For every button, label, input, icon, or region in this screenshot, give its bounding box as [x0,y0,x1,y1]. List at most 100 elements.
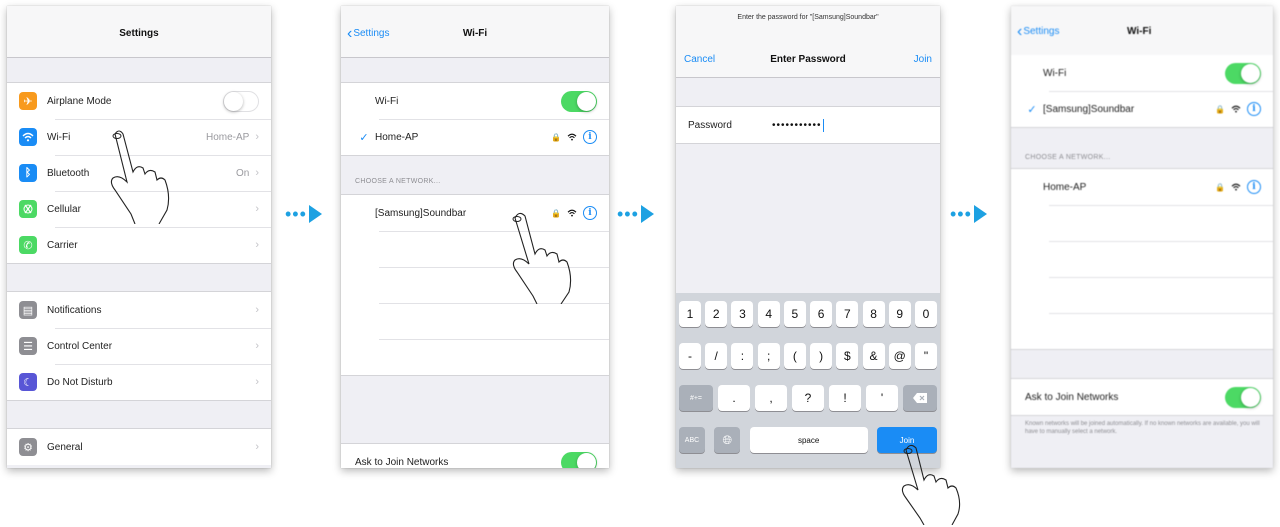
backspace-key[interactable] [903,385,937,411]
wifi-toggle[interactable] [1225,62,1261,84]
key-7[interactable]: 7 [836,301,859,327]
info-icon[interactable]: i [1247,180,1261,194]
settings-group-notifications: ▤ Notifications › ☰ Control Center › ☾ D… [7,291,271,401]
settings-row-carrier[interactable]: ✆ Carrier › [7,227,271,263]
password-row: Password ••••••••••• [676,107,940,143]
navbar: Settings [7,6,271,58]
ask-join-toggle[interactable] [561,451,597,468]
network-row-empty [1011,241,1273,277]
settings-screen: Settings ✈ Airplane Mode Wi-Fi Home-AP ›… [7,6,271,468]
key-comma[interactable]: , [755,385,787,411]
wifi-signal-icon [567,133,577,141]
settings-row-do-not-disturb[interactable]: ☾ Do Not Disturb › [7,364,271,400]
chevron-right-icon: › [255,304,259,316]
key-3[interactable]: 3 [731,301,754,327]
key-4[interactable]: 4 [757,301,780,327]
ask-join-group: Ask to Join Networks [341,443,609,468]
key-5[interactable]: 5 [783,301,806,327]
network-row-empty [1011,277,1273,313]
key-8[interactable]: 8 [862,301,885,327]
chevron-right-icon: › [255,376,259,388]
network-row-empty [341,339,609,375]
settings-row-general[interactable]: ⚙ General › [7,429,271,465]
globe-key[interactable]: 🌐︎ [714,427,741,453]
wifi-group: Wi-Fi ✓ Home-AP 🔒 i [341,82,609,156]
wifi-toggle-row: Wi-Fi [341,83,609,119]
key-9[interactable]: 9 [888,301,911,327]
page-title: Wi-Fi [1127,26,1152,37]
password-field[interactable]: ••••••••••• [772,120,822,131]
key-dollar[interactable]: $ [836,343,859,369]
notifications-icon: ▤ [19,301,37,319]
key-colon[interactable]: : [731,343,754,369]
keyboard-row-digits: 1 2 3 4 5 6 7 8 9 0 [679,301,937,327]
back-button[interactable]: ‹ Settings [1017,22,1059,40]
settings-row-notifications[interactable]: ▤ Notifications › [7,292,271,328]
connected-network-row[interactable]: ✓ Home-AP 🔒 i [341,119,609,155]
key-question[interactable]: ? [792,385,824,411]
key-abc[interactable]: ABC [679,427,705,453]
row-label: Airplane Mode [47,95,112,107]
key-ampersand[interactable]: & [862,343,885,369]
key-open-paren[interactable]: ( [783,343,806,369]
key-1[interactable]: 1 [679,301,701,327]
key-6[interactable]: 6 [810,301,833,327]
key-period[interactable]: . [718,385,750,411]
key-dash[interactable]: - [679,343,701,369]
wifi-connected-screen: ‹ Settings Wi-Fi Wi-Fi ✓ [Samsung]Soundb… [1011,6,1273,468]
cellular-icon [19,200,37,218]
gear-icon: ⚙ [19,438,37,456]
settings-row-airplane[interactable]: ✈ Airplane Mode [7,83,271,119]
key-0[interactable]: 0 [914,301,937,327]
row-label: Wi-Fi [1043,67,1067,79]
lock-icon: 🔒 [551,132,561,142]
connected-network-row[interactable]: ✓ [Samsung]Soundbar 🔒 i [1011,91,1273,127]
text-cursor [822,118,825,132]
chevron-right-icon: › [255,239,259,251]
chevron-left-icon: ‹ [1017,22,1023,40]
key-semicolon[interactable]: ; [757,343,780,369]
page-title: Settings [119,28,159,39]
backspace-icon [913,393,927,403]
tap-hand-icon [901,444,961,525]
key-quote[interactable]: " [914,343,937,369]
key-apostrophe[interactable]: ' [866,385,898,411]
wifi-screen: ‹ Settings Wi-Fi Wi-Fi ✓ Home-AP 🔒 i CHO… [341,6,609,468]
navbar: ‹ Settings Wi-Fi [1011,6,1273,56]
section-header: CHOOSE A NETWORK... [355,178,441,185]
chevron-right-icon: › [255,441,259,453]
settings-row-control-center[interactable]: ☰ Control Center › [7,328,271,364]
row-label: [Samsung]Soundbar [1043,103,1135,115]
key-symbols-toggle[interactable]: #+= [679,385,713,411]
key-2[interactable]: 2 [705,301,728,327]
moon-icon: ☾ [19,373,37,391]
airplane-icon: ✈ [19,92,37,110]
lock-icon: 🔒 [1215,182,1225,192]
airplane-toggle[interactable] [223,90,259,112]
page-title: Wi-Fi [462,28,488,39]
key-at[interactable]: @ [888,343,911,369]
chevron-right-icon: › [255,203,259,215]
row-detail: Home-AP [205,131,250,143]
step-arrow: ••• [285,205,322,223]
row-label: Carrier [47,239,78,251]
chevron-right-icon: › [255,167,259,179]
wifi-toggle[interactable] [561,90,597,112]
key-close-paren[interactable]: ) [810,343,833,369]
row-label: General [47,441,83,453]
chevron-right-icon: › [255,131,259,143]
key-slash[interactable]: / [705,343,728,369]
phone-icon: ✆ [19,236,37,254]
key-exclamation[interactable]: ! [829,385,861,411]
info-icon[interactable]: i [1247,102,1261,116]
lock-icon: 🔒 [1215,104,1225,114]
ask-join-toggle[interactable] [1225,386,1261,408]
join-button[interactable]: Join [914,54,932,65]
checkmark-icon: ✓ [359,131,369,144]
ask-join-group: Ask to Join Networks [1011,378,1273,416]
section-header: CHOOSE A NETWORK... [1025,154,1111,161]
info-icon[interactable]: i [583,130,597,144]
space-key[interactable]: space [749,427,868,453]
network-row-empty [1011,313,1273,349]
network-row-home-ap[interactable]: Home-AP 🔒 i [1011,169,1273,205]
